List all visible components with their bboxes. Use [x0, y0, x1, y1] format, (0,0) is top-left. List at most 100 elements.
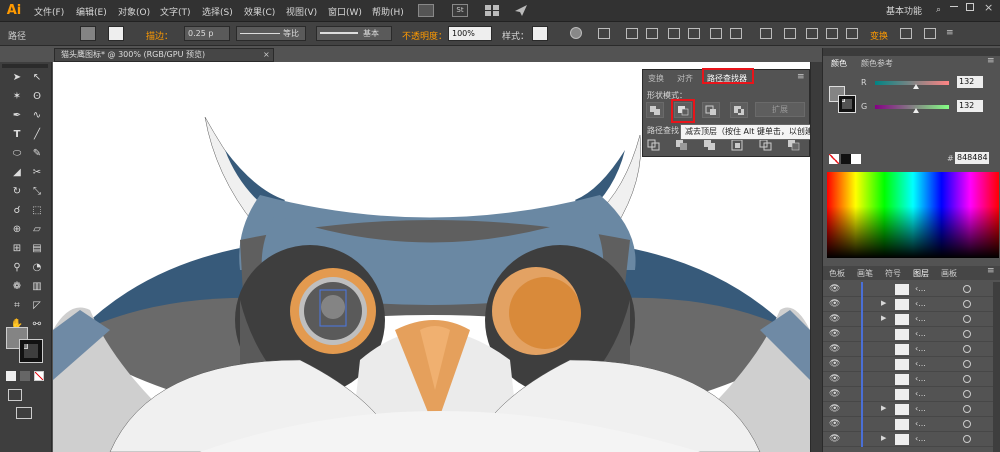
- trim-icon[interactable]: [674, 138, 692, 154]
- bridge-icon[interactable]: [418, 4, 434, 17]
- red-slider-thumb[interactable]: [913, 84, 919, 89]
- unite-icon[interactable]: [646, 102, 664, 118]
- color-spectrum[interactable]: [827, 172, 999, 258]
- menu-view[interactable]: 视图(V): [286, 5, 317, 18]
- graphic-style-swatch[interactable]: [532, 26, 548, 41]
- scissors-tool-icon[interactable]: ✂: [28, 165, 46, 181]
- align-to-icon[interactable]: [598, 28, 610, 39]
- opacity-label[interactable]: 不透明度：: [402, 29, 447, 42]
- layer-name[interactable]: ‹...: [915, 314, 926, 323]
- black-swatch[interactable]: [841, 154, 851, 164]
- hex-value[interactable]: 848484: [955, 152, 989, 164]
- flip-icon[interactable]: [900, 28, 912, 39]
- scale-tool-icon[interactable]: ⤡: [28, 184, 46, 200]
- gradient-mode-icon[interactable]: [20, 371, 30, 381]
- align-top-icon[interactable]: [688, 28, 700, 39]
- gradient-tool-icon[interactable]: ▤: [28, 241, 46, 257]
- red-value[interactable]: 132: [957, 76, 983, 88]
- tab-align[interactable]: 对齐: [677, 72, 693, 86]
- visibility-icon[interactable]: 👁: [829, 299, 840, 309]
- mesh-tool-icon[interactable]: ⊞: [8, 241, 26, 257]
- color-mode-icon[interactable]: [6, 371, 16, 381]
- layer-name[interactable]: ‹...: [915, 404, 926, 413]
- expand-triangle-icon[interactable]: ▶: [881, 404, 886, 412]
- type-tool-icon[interactable]: T: [8, 127, 26, 143]
- tab-color-guide[interactable]: 颜色参考: [861, 58, 893, 69]
- toolbar-grip[interactable]: [2, 64, 48, 68]
- layer-row[interactable]: 👁 ‹...: [823, 282, 993, 297]
- align-middle-icon[interactable]: [710, 28, 722, 39]
- layer-row[interactable]: 👁 ‹...: [823, 342, 993, 357]
- free-transform-tool-icon[interactable]: ⬚: [28, 203, 46, 219]
- tab-transform[interactable]: 变换: [648, 72, 664, 86]
- warp-tool-icon[interactable]: ☌: [8, 203, 26, 219]
- layer-row[interactable]: 👁 ‹...: [823, 417, 993, 432]
- opacity-field[interactable]: 100%: [448, 26, 492, 41]
- slice-tool-icon[interactable]: ◸: [28, 298, 46, 314]
- artboard-tool-icon[interactable]: ⌗: [8, 298, 26, 314]
- expand-button[interactable]: 扩展: [755, 102, 805, 117]
- menu-edit[interactable]: 编辑(E): [76, 5, 107, 18]
- magic-wand-tool-icon[interactable]: ✶: [8, 89, 26, 105]
- direct-selection-tool-icon[interactable]: ↖: [28, 70, 46, 86]
- layer-row[interactable]: 👁 ‹...: [823, 372, 993, 387]
- column-graph-tool-icon[interactable]: ▥: [28, 279, 46, 295]
- height-icon[interactable]: [846, 28, 858, 39]
- layer-row[interactable]: 👁 ▶ ‹...: [823, 297, 993, 312]
- target-icon[interactable]: [963, 390, 971, 398]
- layer-row[interactable]: 👁 ‹...: [823, 327, 993, 342]
- transform-link[interactable]: 变换: [870, 29, 888, 42]
- menu-file[interactable]: 文件(F): [34, 5, 64, 18]
- menu-select[interactable]: 选择(S): [202, 5, 233, 18]
- green-slider[interactable]: [875, 105, 949, 109]
- line-tool-icon[interactable]: ╱: [28, 127, 46, 143]
- align-right-icon[interactable]: [668, 28, 680, 39]
- stock-icon[interactable]: St: [452, 4, 468, 17]
- layer-name[interactable]: ‹...: [915, 344, 926, 353]
- symbol-sprayer-tool-icon[interactable]: ❁: [8, 279, 26, 295]
- target-icon[interactable]: [963, 405, 971, 413]
- ellipse-tool-icon[interactable]: ⬭: [8, 146, 26, 162]
- edit-path-icon[interactable]: [784, 28, 796, 39]
- perspective-grid-tool-icon[interactable]: ▱: [28, 222, 46, 238]
- minus-back-icon[interactable]: [786, 138, 804, 154]
- menu-help[interactable]: 帮助(H): [372, 5, 404, 18]
- layer-name[interactable]: ‹...: [915, 299, 926, 308]
- maximize-icon[interactable]: [966, 3, 974, 11]
- layer-row[interactable]: 👁 ‹...: [823, 387, 993, 402]
- layer-row[interactable]: 👁 ▶ ‹...: [823, 432, 993, 447]
- visibility-icon[interactable]: 👁: [829, 374, 840, 384]
- send-icon[interactable]: [514, 4, 528, 17]
- white-swatch[interactable]: [851, 154, 861, 164]
- menu-object[interactable]: 对象(O): [118, 5, 150, 18]
- outline-icon[interactable]: [758, 138, 776, 154]
- green-value[interactable]: 132: [957, 100, 983, 112]
- stroke-label[interactable]: 描边：: [146, 29, 173, 42]
- control-options-icon[interactable]: [924, 28, 936, 39]
- lasso-tool-icon[interactable]: ʘ: [28, 89, 46, 105]
- rotate-tool-icon[interactable]: ↻: [8, 184, 26, 200]
- intersect-icon[interactable]: [702, 102, 720, 118]
- green-slider-thumb[interactable]: [913, 108, 919, 113]
- layers-panel-menu-icon[interactable]: ≡: [987, 266, 995, 276]
- layer-name[interactable]: ‹...: [915, 374, 926, 383]
- minimize-icon[interactable]: [950, 6, 958, 7]
- tab-symbols[interactable]: 符号: [885, 268, 901, 279]
- visibility-icon[interactable]: 👁: [829, 419, 840, 429]
- target-icon[interactable]: [963, 420, 971, 428]
- eyedropper-tool-icon[interactable]: ⚲: [8, 260, 26, 276]
- crop-icon[interactable]: [730, 138, 748, 154]
- target-icon[interactable]: [963, 330, 971, 338]
- visibility-icon[interactable]: 👁: [829, 344, 840, 354]
- menu-type[interactable]: 文字(T): [160, 5, 191, 18]
- zoom-tool-icon[interactable]: ⚯: [28, 317, 46, 333]
- layer-row[interactable]: 👁 ▶ ‹...: [823, 312, 993, 327]
- align-left-icon[interactable]: [626, 28, 638, 39]
- tab-color[interactable]: 颜色: [831, 58, 847, 69]
- visibility-icon[interactable]: 👁: [829, 389, 840, 399]
- align-center-icon[interactable]: [646, 28, 658, 39]
- target-icon[interactable]: [963, 360, 971, 368]
- layer-row[interactable]: 👁 ▶ ‹...: [823, 402, 993, 417]
- dock-header[interactable]: [823, 48, 1000, 56]
- close-document-icon[interactable]: ×: [263, 49, 270, 61]
